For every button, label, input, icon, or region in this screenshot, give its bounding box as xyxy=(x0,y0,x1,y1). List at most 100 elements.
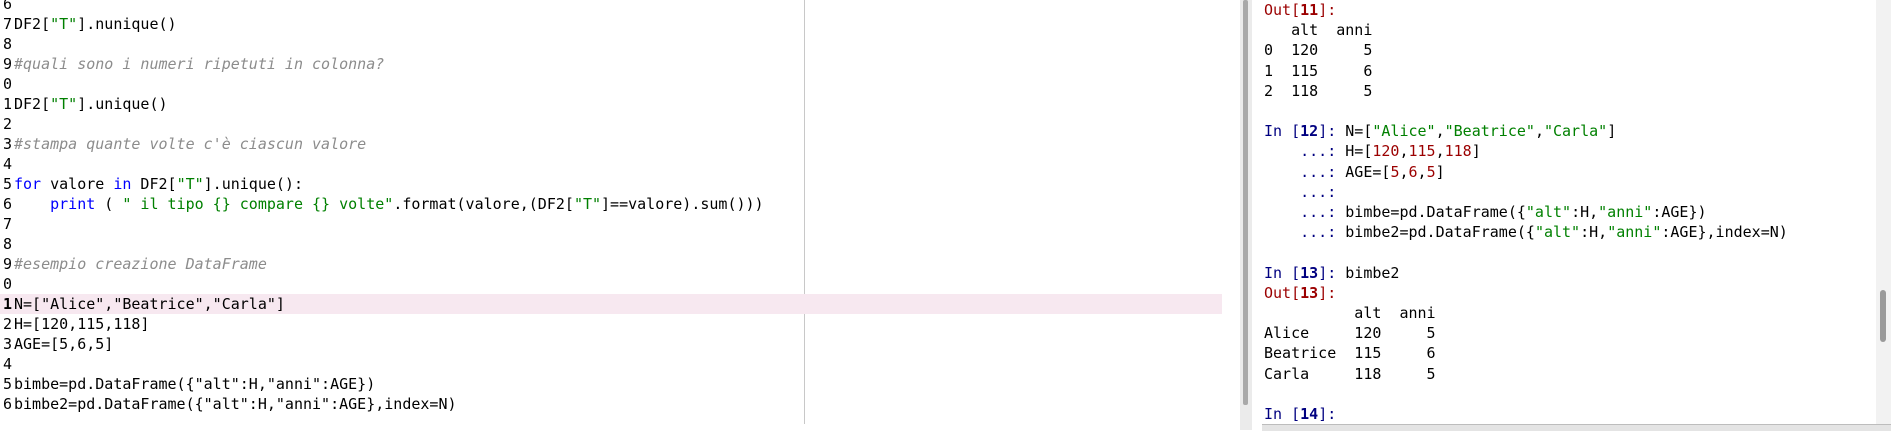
code-token: ].unique(): xyxy=(203,175,303,193)
code-line[interactable]: 2 xyxy=(0,114,1222,134)
line-number: 8 xyxy=(2,235,12,253)
console-line: ...: AGE=[5,6,5] xyxy=(1264,162,1445,182)
console-scrollbar-thumb[interactable] xyxy=(1880,290,1886,342)
console-line: In [13]: bimbe2 xyxy=(1264,263,1399,283)
line-number: 6 xyxy=(2,195,12,213)
pane-splitter[interactable] xyxy=(1240,0,1252,430)
line-number: 6 xyxy=(2,395,12,413)
code-line[interactable]: 7 DF2["T"].nunique() xyxy=(0,14,1222,34)
console-token: 6 xyxy=(1408,162,1418,181)
code-line[interactable]: 9 #esempio creazione DataFrame xyxy=(0,254,1222,274)
console-token: bimbe2 xyxy=(1345,263,1400,282)
code-line[interactable]: 6 xyxy=(0,0,1222,14)
code-line[interactable]: 7 xyxy=(0,214,1222,234)
console-token: In [ xyxy=(1264,405,1301,423)
console-line: alt anni xyxy=(1264,20,1372,40)
line-number: 7 xyxy=(2,15,12,33)
console-token: In [ xyxy=(1264,122,1301,141)
line-number: 2 xyxy=(2,315,12,333)
code-token: bimbe=pd.DataFrame({"alt":H,"anni":AGE}) xyxy=(14,375,376,393)
console-line: Out[13]: xyxy=(1264,283,1336,303)
code-line[interactable]: 3 AGE=[5,6,5] xyxy=(0,334,1222,354)
code-token: ( xyxy=(95,195,123,213)
console-token: ...: xyxy=(1264,182,1337,201)
console-token: :H, xyxy=(1580,223,1608,242)
code-line[interactable]: 3 #stampa quante volte c'è ciascun valore xyxy=(0,134,1222,154)
line-number: 2 xyxy=(2,115,12,133)
console-token: ] xyxy=(1607,122,1617,141)
console-scrollbar[interactable] xyxy=(1876,0,1891,424)
code-token: H=[120,115,118] xyxy=(14,315,150,333)
code-token: "T" xyxy=(50,95,78,113)
console-token: :AGE},index=N) xyxy=(1661,223,1788,242)
console-token: ...: xyxy=(1264,142,1346,161)
console-token: "anni" xyxy=(1598,203,1653,221)
code-line[interactable]: 2 H=[120,115,118] xyxy=(0,314,1222,334)
console-token: :AGE}) xyxy=(1652,203,1707,221)
code-line[interactable]: 0 xyxy=(0,74,1222,94)
code-text: DF2["T"].unique() xyxy=(14,94,168,114)
line-number: 8 xyxy=(2,35,12,53)
console-line: In [14]: xyxy=(1264,404,1336,424)
code-line[interactable]: 5 for valore in DF2["T"].unique(): xyxy=(0,174,1222,194)
code-token: in xyxy=(113,175,132,193)
code-token: ].unique() xyxy=(77,95,168,113)
code-token: ].nunique() xyxy=(77,15,177,33)
console-token: ...: xyxy=(1264,203,1346,221)
console-token: 0 120 5 xyxy=(1264,41,1373,60)
console-token: "alt" xyxy=(1525,203,1572,221)
line-number: 4 xyxy=(2,155,12,173)
console-token: 13 xyxy=(1300,263,1319,282)
console-line: ...: bimbe=pd.DataFrame({"alt":H,"anni":… xyxy=(1264,202,1707,222)
code-text: AGE=[5,6,5] xyxy=(14,334,113,354)
code-line[interactable]: 1 N=["Alice","Beatrice","Carla"] xyxy=(0,294,1222,314)
code-editor[interactable]: 6 7 DF2["T"].nunique() 8 9 #quali sono i nume… xyxy=(0,0,1240,424)
console-token: 12 xyxy=(1300,122,1319,141)
console-token: AGE=[ xyxy=(1345,162,1391,181)
console-token: In [ xyxy=(1264,263,1301,282)
code-text: H=[120,115,118] xyxy=(14,314,149,334)
code-text: for valore in DF2["T"].unique(): xyxy=(14,174,303,194)
console-token: ]: xyxy=(1318,263,1346,282)
code-line[interactable]: 6 bimbe2=pd.DataFrame({"alt":H,"anni":AGE… xyxy=(0,394,1222,414)
console-token: bimbe2=pd.DataFrame({ xyxy=(1345,223,1535,242)
code-text: DF2["T"].nunique() xyxy=(14,14,177,34)
code-line[interactable]: 8 xyxy=(0,34,1222,54)
code-line[interactable]: 8 xyxy=(0,234,1222,254)
console-line: ...: H=[120,115,118] xyxy=(1264,141,1481,161)
console-line: Carla 118 5 xyxy=(1264,364,1436,384)
code-line[interactable]: 0 xyxy=(0,274,1222,294)
console-token: , xyxy=(1399,142,1409,161)
code-token: DF2[ xyxy=(131,175,177,193)
console-token: 120 xyxy=(1372,142,1400,161)
code-line[interactable]: 5 bimbe=pd.DataFrame({"alt":H,"anni":AGE}… xyxy=(0,374,1222,394)
code-line[interactable]: 6 print ( " il tipo {} compare {} volte"… xyxy=(0,194,1222,214)
console-token: Alice 120 5 xyxy=(1264,324,1436,343)
code-line[interactable]: 1 DF2["T"].unique() xyxy=(0,94,1222,114)
ipython-console[interactable]: Out[11]: alt anni 0 120 51 115 62 118 5 In… xyxy=(1262,0,1872,424)
console-token: 115 xyxy=(1408,142,1436,161)
console-line: ...: bimbe2=pd.DataFrame({"alt":H,"anni"… xyxy=(1264,222,1788,242)
line-number: 7 xyxy=(2,215,12,233)
console-token: 13 xyxy=(1300,283,1319,302)
code-line[interactable]: 4 xyxy=(0,154,1222,174)
code-text: #esempio creazione DataFrame xyxy=(14,254,267,274)
line-number: 3 xyxy=(2,335,12,353)
console-token: Carla 118 5 xyxy=(1264,364,1436,383)
console-token: 11 xyxy=(1300,1,1319,19)
code-token: #quali sono i numeri ripetuti in colonna… xyxy=(14,55,385,73)
code-token: AGE=[5,6,5] xyxy=(14,335,114,353)
code-line[interactable]: 4 xyxy=(0,354,1222,374)
code-text: bimbe=pd.DataFrame({"alt":H,"anni":AGE}) xyxy=(14,374,375,394)
code-line[interactable]: 9 #quali sono i numeri ripetuti in colonn… xyxy=(0,54,1222,74)
editor-scrollbar-thumb[interactable] xyxy=(1243,0,1248,405)
code-token: #esempio creazione DataFrame xyxy=(14,255,267,273)
line-number: 4 xyxy=(2,355,12,373)
console-token: "Beatrice" xyxy=(1444,122,1535,141)
console-line: 1 115 6 xyxy=(1264,61,1372,81)
code-token: "T" xyxy=(176,175,204,193)
line-number: 3 xyxy=(2,135,12,153)
console-token: , xyxy=(1399,162,1409,181)
console-token: ]: xyxy=(1318,1,1337,19)
